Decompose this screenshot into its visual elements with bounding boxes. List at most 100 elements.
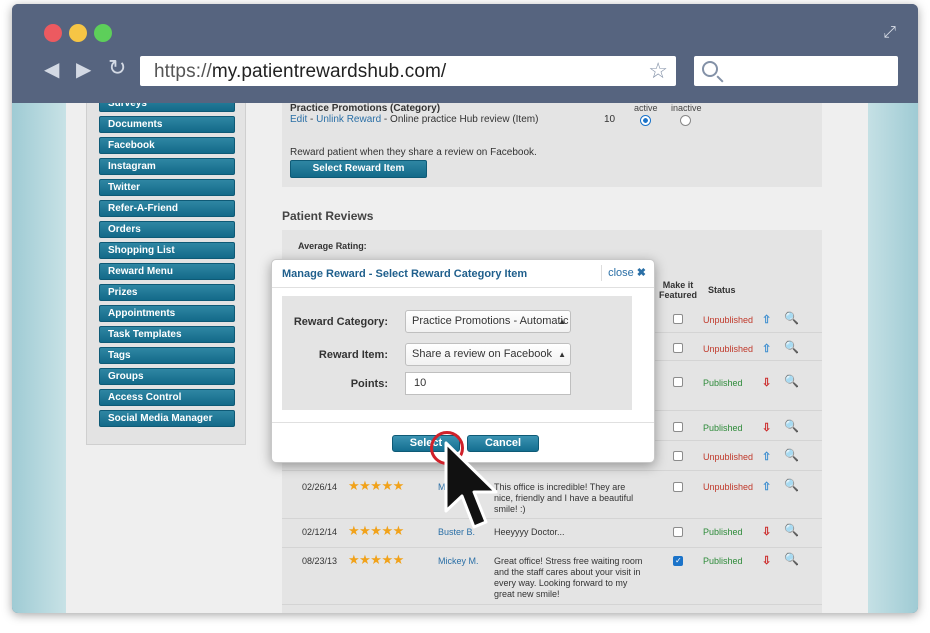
sidebar-item-orders[interactable]: Orders	[99, 221, 235, 238]
modal-title: Manage Reward - Select Reward Category I…	[282, 268, 528, 280]
row-divider	[282, 604, 822, 605]
row-divider	[282, 470, 822, 471]
status-label: Unpublished	[703, 344, 754, 354]
modal-header-divider	[272, 287, 654, 288]
sidebar-item-reward-menu[interactable]: Reward Menu	[99, 263, 235, 280]
featured-checkbox[interactable]	[673, 422, 683, 432]
publish-arrow-icon[interactable]: ⇧	[762, 313, 771, 326]
unpublish-arrow-icon[interactable]: ⇩	[762, 525, 771, 538]
fullscreen-icon[interactable]: ⤢	[883, 24, 896, 42]
view-review-icon[interactable]: 🔍	[784, 523, 799, 537]
promotion-panel: Practice Promotions (Category) Edit - Un…	[282, 103, 822, 187]
unpublish-arrow-icon[interactable]: ⇩	[762, 554, 771, 567]
promo-item-text: - Online practice Hub review (Item)	[381, 114, 539, 125]
view-review-icon[interactable]: 🔍	[784, 311, 799, 325]
review-date: 02/26/14	[302, 482, 338, 492]
status-label: Published	[703, 556, 743, 566]
promo-links-row: Edit - Unlink Reward - Online practice H…	[290, 114, 538, 125]
featured-checkbox[interactable]	[673, 527, 683, 537]
reward-item-label: Reward Item:	[318, 349, 388, 361]
sidebar-item-appointments[interactable]: Appointments	[99, 305, 235, 322]
select-reward-item-button[interactable]: Select Reward Item	[290, 160, 427, 178]
status-label: Unpublished	[703, 452, 754, 462]
row-divider	[282, 518, 822, 519]
unlink-reward-link[interactable]: Unlink Reward	[316, 114, 381, 125]
status-label: Unpublished	[703, 482, 754, 492]
promo-category-heading: Practice Promotions (Category)	[290, 103, 441, 114]
featured-checkbox-checked[interactable]	[673, 556, 683, 566]
view-review-icon[interactable]: 🔍	[784, 374, 799, 388]
close-icon: ✖	[636, 267, 646, 279]
view-review-icon[interactable]: 🔍	[784, 552, 799, 566]
patient-reviews-heading: Patient Reviews	[282, 209, 374, 223]
review-text: Heeyyyy Doctor...	[494, 527, 565, 537]
reward-item-value: Share a review on Facebook	[412, 348, 553, 360]
browser-search-field[interactable]	[694, 56, 898, 86]
review-date: 08/23/13	[302, 556, 338, 566]
close-label: close	[608, 267, 634, 279]
sidebar-item-groups[interactable]: Groups	[99, 368, 235, 385]
featured-checkbox[interactable]	[673, 314, 683, 324]
active-label: active	[634, 103, 658, 113]
view-review-icon[interactable]: 🔍	[784, 340, 799, 354]
modal-form: Reward Category: Practice Promotions - A…	[282, 296, 632, 410]
view-review-icon[interactable]: 🔍	[784, 448, 799, 462]
column-header-status: Status	[708, 285, 736, 295]
inactive-label: inactive	[671, 103, 702, 113]
sidebar-item-instagram[interactable]: Instagram	[99, 158, 235, 175]
mouse-pointer-icon	[444, 441, 498, 529]
browser-chrome: ⤢ ◀ ▶ ↻ https://my.patientrewardshub.com…	[12, 4, 918, 103]
column-header-featured: Make it Featured	[658, 280, 697, 300]
publish-arrow-icon[interactable]: ⇧	[762, 450, 771, 463]
sidebar-item-twitter[interactable]: Twitter	[99, 179, 235, 196]
points-input[interactable]: 10	[405, 372, 571, 395]
sidebar-item-access-control[interactable]: Access Control	[99, 389, 235, 406]
close-window-button[interactable]	[44, 24, 62, 42]
featured-checkbox[interactable]	[673, 482, 683, 492]
reward-item-select[interactable]: Share a review on Facebook ▲▼	[405, 343, 571, 366]
edit-link[interactable]: Edit	[290, 114, 307, 125]
unpublish-arrow-icon[interactable]: ⇩	[762, 421, 771, 434]
reviewer-name[interactable]: Mickey M.	[438, 556, 479, 566]
featured-checkbox[interactable]	[673, 451, 683, 461]
manage-reward-modal: Manage Reward - Select Reward Category I…	[271, 259, 655, 463]
address-bar[interactable]: https://my.patientrewardshub.com/ ☆	[140, 56, 676, 86]
reload-icon[interactable]: ↻	[108, 57, 126, 79]
rating-stars: ★★★★★	[348, 478, 404, 493]
sidebar-item-surveys[interactable]: Surveys	[99, 103, 235, 112]
link-separator: -	[307, 114, 317, 125]
sidebar-item-prizes[interactable]: Prizes	[99, 284, 235, 301]
sidebar-item-shopping-list[interactable]: Shopping List	[99, 242, 235, 259]
reward-category-select[interactable]: Practice Promotions - Automatic▲▼	[405, 310, 571, 333]
back-arrow-icon[interactable]: ◀	[44, 60, 59, 80]
sidebar-item-refer-a-friend[interactable]: Refer-A-Friend	[99, 200, 235, 217]
view-review-icon[interactable]: 🔍	[784, 419, 799, 433]
active-radio[interactable]	[640, 115, 651, 126]
sidebar-item-tags[interactable]: Tags	[99, 347, 235, 364]
average-rating-label: Average Rating:	[298, 241, 367, 251]
search-icon	[702, 61, 718, 77]
unpublish-arrow-icon[interactable]: ⇩	[762, 376, 771, 389]
sidebar-item-documents[interactable]: Documents	[99, 116, 235, 133]
forward-arrow-icon[interactable]: ▶	[76, 60, 91, 80]
publish-arrow-icon[interactable]: ⇧	[762, 342, 771, 355]
bookmark-star-icon[interactable]: ☆	[648, 58, 668, 84]
promo-points: 10	[604, 114, 616, 125]
rating-stars: ★★★★★	[348, 552, 404, 567]
inactive-radio[interactable]	[680, 115, 691, 126]
sidebar-item-task-templates[interactable]: Task Templates	[99, 326, 235, 343]
featured-checkbox[interactable]	[673, 377, 683, 387]
dropdown-caret-icon: ▲▼	[558, 317, 566, 326]
modal-footer-divider	[272, 422, 654, 423]
publish-arrow-icon[interactable]: ⇧	[762, 480, 771, 493]
promo-description: Reward patient when they share a review …	[290, 147, 537, 158]
view-review-icon[interactable]: 🔍	[784, 478, 799, 492]
reward-category-value: Practice Promotions - Automatic	[412, 315, 569, 327]
status-label: Published	[703, 378, 743, 388]
sidebar-item-facebook[interactable]: Facebook	[99, 137, 235, 154]
sidebar-item-social-media-manager[interactable]: Social Media Manager	[99, 410, 235, 427]
minimize-window-button[interactable]	[69, 24, 87, 42]
zoom-window-button[interactable]	[94, 24, 112, 42]
modal-close-button[interactable]: close ✖	[601, 265, 646, 281]
featured-checkbox[interactable]	[673, 343, 683, 353]
